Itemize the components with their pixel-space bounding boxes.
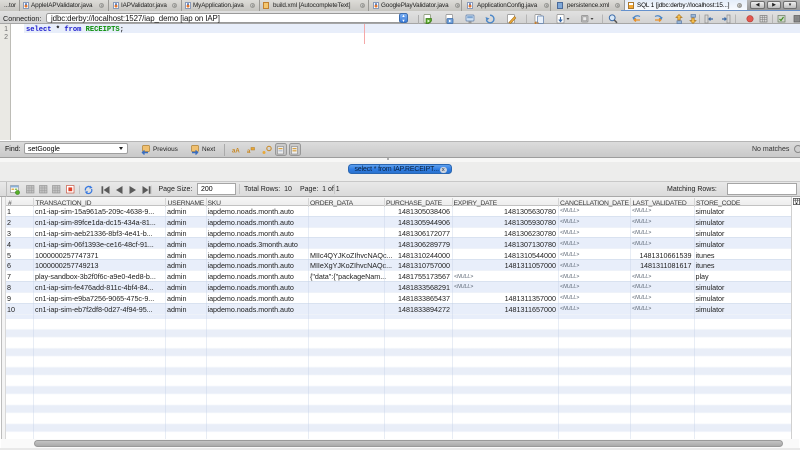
svg-text:aA: aA bbox=[232, 148, 240, 154]
svg-text:a: a bbox=[247, 149, 251, 155]
